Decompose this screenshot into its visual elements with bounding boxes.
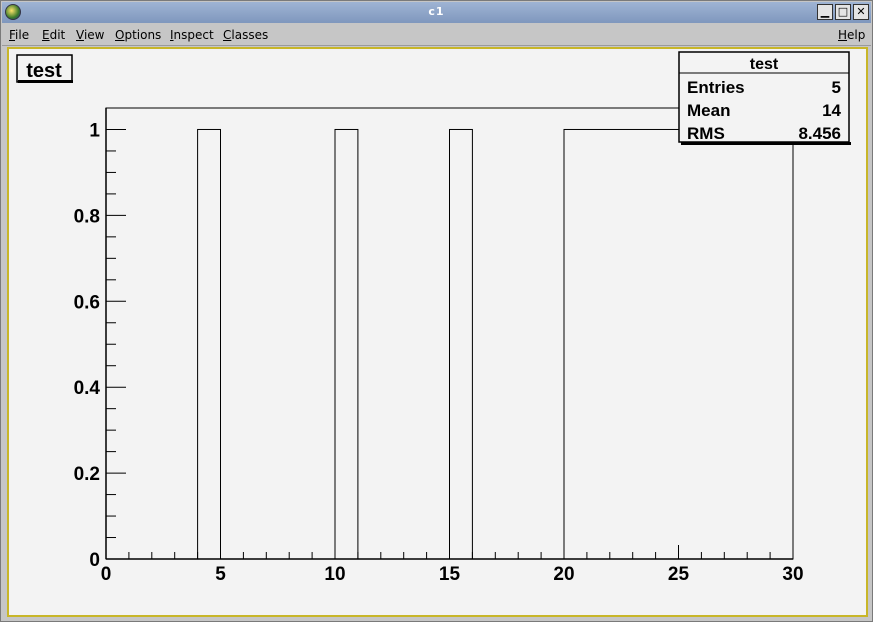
x-tick-label: 25 — [668, 564, 690, 585]
histogram-bin-3[interactable] — [563, 128, 794, 560]
menu-options[interactable]: Options — [115, 28, 161, 42]
x-tick-label: 15 — [439, 564, 461, 585]
x-tick-label: 10 — [324, 564, 345, 585]
histogram-bin-0[interactable] — [197, 128, 222, 560]
x-tick-label: 0 — [101, 564, 112, 585]
menu-edit[interactable]: Edit — [42, 28, 65, 42]
menu-inspect[interactable]: Inspect — [170, 28, 214, 42]
stats-box[interactable]: test Entries 5 Mean 14 RMS 8.456 — [678, 51, 851, 145]
y-tick-label: 1 — [89, 120, 100, 141]
stats-rms-value: 8.456 — [798, 124, 841, 143]
menu-classes[interactable]: Classes — [223, 28, 268, 42]
stats-entries-label: Entries — [687, 78, 745, 97]
histogram-plot[interactable]: test 0 5 10 15 20 25 30 0 0.2 0.4 0.6 0.8 1 test En… — [9, 49, 866, 615]
stats-title: test — [750, 56, 779, 73]
menu-help[interactable]: Help — [838, 28, 865, 42]
stats-rms-label: RMS — [687, 124, 725, 143]
histogram-title: test — [26, 60, 62, 82]
stats-mean-label: Mean — [687, 101, 730, 120]
x-tick-label: 30 — [782, 564, 803, 585]
y-tick-label: 0.8 — [74, 206, 100, 227]
window-title: c1 — [428, 5, 445, 18]
menu-bar: File Edit View Options Inspect Classes H… — [2, 23, 871, 46]
minimize-button[interactable]: ▁ — [817, 4, 833, 20]
menu-view[interactable]: View — [76, 28, 104, 42]
y-tick-label: 0.4 — [74, 378, 101, 399]
stats-mean-value: 14 — [822, 101, 841, 120]
histogram-bin-1[interactable] — [334, 128, 359, 560]
y-tick-label: 0.6 — [74, 292, 100, 313]
histogram-bin-2[interactable] — [449, 128, 473, 560]
title-bar[interactable]: c1 ▁ □ ✕ — [2, 2, 871, 23]
drawing-canvas[interactable]: test 0 5 10 15 20 25 30 0 0.2 0.4 0.6 0.8 1 test En… — [7, 47, 868, 617]
menu-file[interactable]: File — [9, 28, 29, 42]
stats-entries-value: 5 — [832, 78, 841, 97]
x-tick-label: 20 — [553, 564, 574, 585]
x-tick-label: 5 — [215, 564, 226, 585]
close-button[interactable]: ✕ — [853, 4, 869, 20]
root-canvas-window: c1 ▁ □ ✕ File Edit View Options Inspect … — [0, 0, 873, 622]
maximize-button[interactable]: □ — [835, 4, 851, 20]
y-tick-label: 0 — [89, 550, 100, 571]
y-tick-label: 0.2 — [74, 464, 100, 485]
